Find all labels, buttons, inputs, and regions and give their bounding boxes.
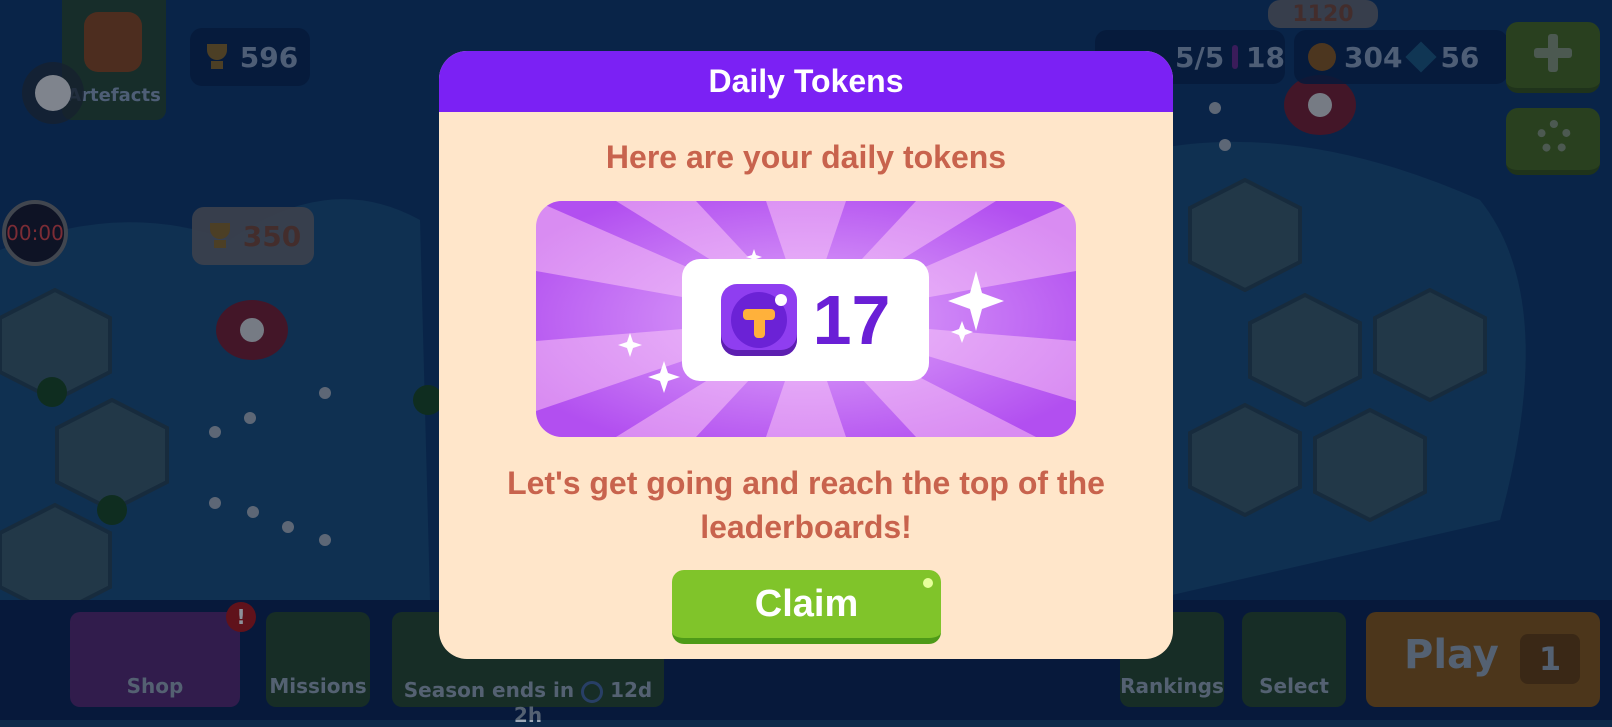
- dialog-subtitle: Here are your daily tokens: [605, 139, 1007, 175]
- token-icon: [720, 284, 797, 356]
- dialog-header: Daily Tokens: [439, 51, 1173, 112]
- dialog-title: Daily Tokens: [708, 63, 904, 99]
- token-reward-card: 17: [682, 259, 929, 381]
- claim-button[interactable]: Claim: [672, 570, 941, 644]
- dialog-message: Let's get going and reach the top of the…: [507, 465, 1105, 545]
- token-amount: 17: [812, 281, 891, 359]
- claim-label: Claim: [754, 582, 859, 625]
- daily-tokens-dialog: Daily Tokens Here are your daily tokens: [439, 51, 1173, 659]
